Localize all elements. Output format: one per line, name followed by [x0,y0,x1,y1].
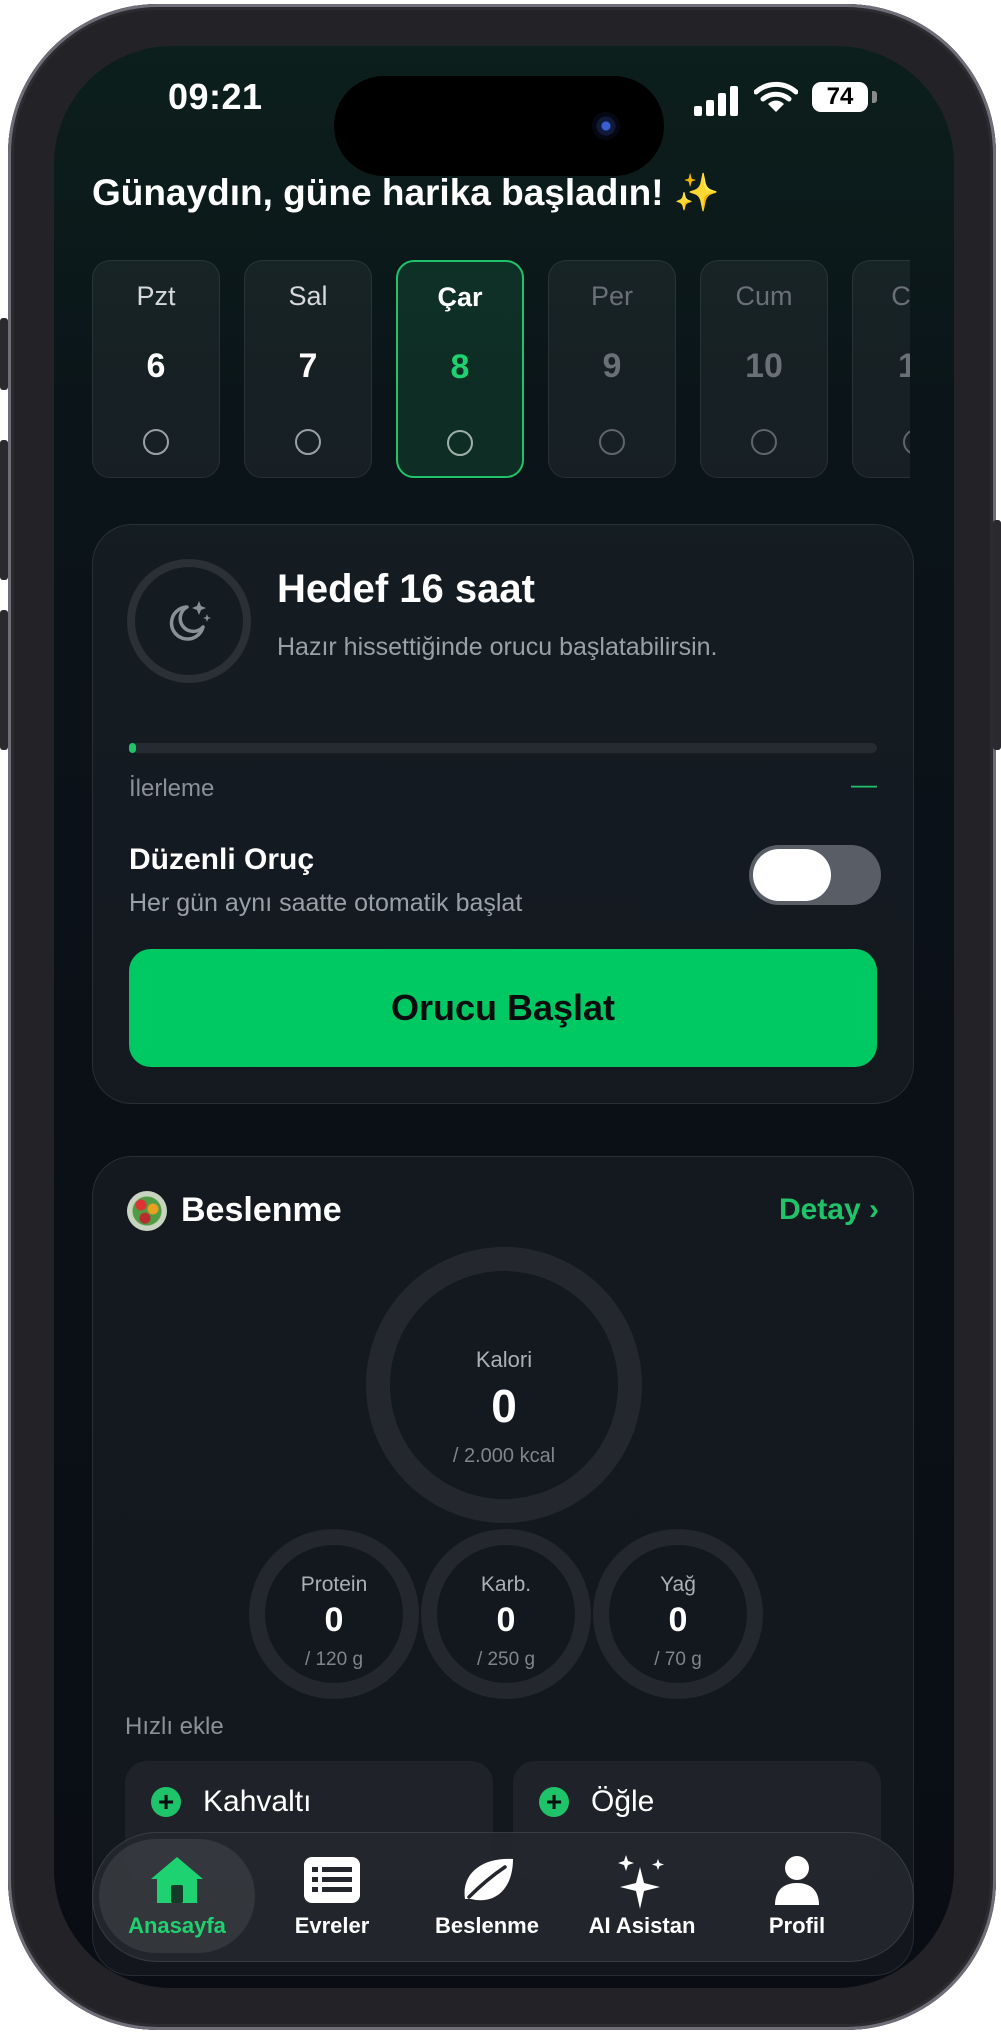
app-screen: 09:21 74 Günaydın, güne harika başladın!… [54,46,954,1988]
fasting-subtitle: Hazır hissettiğinde orucu başlatabilirsi… [277,633,718,661]
progress-label: İlerleme [129,775,215,802]
day-cmt[interactable]: Cmt 11 [852,260,910,478]
macro-label: Protein [300,1573,368,1596]
power-button [993,520,1001,750]
plus-icon: + [151,1787,181,1817]
tab-label: AI Asistan [588,1913,696,1938]
tab-ai-asistan[interactable]: AI Asistan [564,1839,720,1953]
macro-goal: / 70 g [654,1649,702,1670]
toggle-knob [753,849,831,901]
progress-fill [129,743,137,753]
bottom-tab-bar: Anasayfa Evreler Beslenme AI Asistan Pro… [92,1832,914,1962]
wifi-icon [754,81,798,112]
day-status-ring-icon [447,430,473,456]
macro-goal: / 250 g [476,1649,536,1670]
day-name: Pzt [136,281,176,311]
tab-evreler[interactable]: Evreler [254,1839,410,1953]
day-cum[interactable]: Cum 10 [700,260,828,478]
action-button [0,318,8,390]
day-name: Per [590,281,634,311]
home-icon [151,1857,203,1903]
salad-icon [127,1191,167,1231]
day-pzt[interactable]: Pzt 6 [92,260,220,478]
dynamic-island [334,76,664,176]
plus-icon: + [539,1787,569,1817]
day-name: Çar [437,282,483,312]
protein-ring: Protein 0 / 120 g [249,1529,419,1699]
day-sal[interactable]: Sal 7 [244,260,372,478]
tab-beslenme[interactable]: Beslenme [409,1839,565,1953]
quick-add-label-text: Öğle [591,1785,655,1818]
battery-icon: 74 [812,82,868,112]
tab-anasayfa[interactable]: Anasayfa [99,1839,255,1953]
tab-label: Evreler [294,1913,370,1938]
day-number: 11 [898,347,910,385]
tab-label: Anasayfa [128,1913,226,1938]
day-name: Cum [735,281,793,311]
calorie-label: Kalori [475,1347,533,1372]
calorie-goal: / 2.000 kcal [452,1445,556,1467]
carb-ring: Karb. 0 / 250 g [421,1529,591,1699]
leaf-icon [464,1858,513,1901]
tab-label: Beslenme [435,1913,539,1938]
fasting-card: Hedef 16 saat Hazır hissettiğinde orucu … [92,524,914,1104]
camera-icon [592,112,620,140]
nutrition-title: Beslenme [181,1191,342,1229]
list-icon [304,1857,360,1903]
macro-label: Karb. [480,1573,532,1596]
tab-label: Profil [768,1913,826,1938]
macro-value: 0 [324,1601,344,1639]
tab-profil[interactable]: Profil [719,1839,875,1953]
fasting-goal-title: Hedef 16 saat [277,567,535,611]
battery-tip [872,91,877,103]
macro-value: 0 [668,1601,688,1639]
start-fasting-button[interactable]: Orucu Başlat [129,949,877,1067]
day-car-selected[interactable]: Çar 8 [396,260,524,478]
day-number: 10 [745,347,783,385]
day-number: 8 [450,348,470,386]
day-name: Cmt [891,281,910,311]
moon-stars-icon [169,601,211,641]
regular-fasting-title: Düzenli Oruç [129,843,315,876]
sparkles-icon [618,1855,664,1909]
quick-add-label-text: Kahvaltı [203,1785,312,1818]
day-number: 7 [298,347,318,385]
week-day-selector: Pzt 6 Sal 7 Çar 8 Per 9 Cum 10 Cmt 11 [92,260,910,484]
macro-label: Yağ [660,1573,696,1596]
day-status-ring-icon [903,429,910,455]
calorie-ring: Kalori 0 / 2.000 kcal [366,1247,642,1523]
day-status-ring-icon [295,429,321,455]
day-name: Sal [288,281,328,311]
day-per[interactable]: Per 9 [548,260,676,478]
day-status-ring-icon [751,429,777,455]
nutrition-detail-link[interactable]: Detay › [779,1193,879,1227]
day-number: 9 [602,347,622,385]
quick-add-label: Hızlı ekle [125,1713,224,1740]
regular-fasting-toggle[interactable] [749,845,881,905]
day-number: 6 [146,347,166,385]
macro-goal: / 120 g [304,1649,364,1670]
calorie-value: 0 [491,1380,517,1432]
day-status-ring-icon [143,429,169,455]
fasting-progress-bar [129,743,877,753]
person-icon [775,1856,819,1905]
regular-fasting-subtitle: Her gün aynı saatte otomatik başlat [129,889,523,917]
volume-down-button [0,610,8,750]
fat-ring: Yağ 0 / 70 g [593,1529,763,1699]
fasting-timer-ring [127,559,251,683]
progress-value: — [851,769,877,799]
greeting-title: Günaydın, güne harika başladın! ✨ [92,172,720,213]
day-status-ring-icon [599,429,625,455]
signal-icon [694,86,740,116]
volume-up-button [0,440,8,580]
status-time: 09:21 [168,76,263,117]
macro-value: 0 [496,1601,516,1639]
